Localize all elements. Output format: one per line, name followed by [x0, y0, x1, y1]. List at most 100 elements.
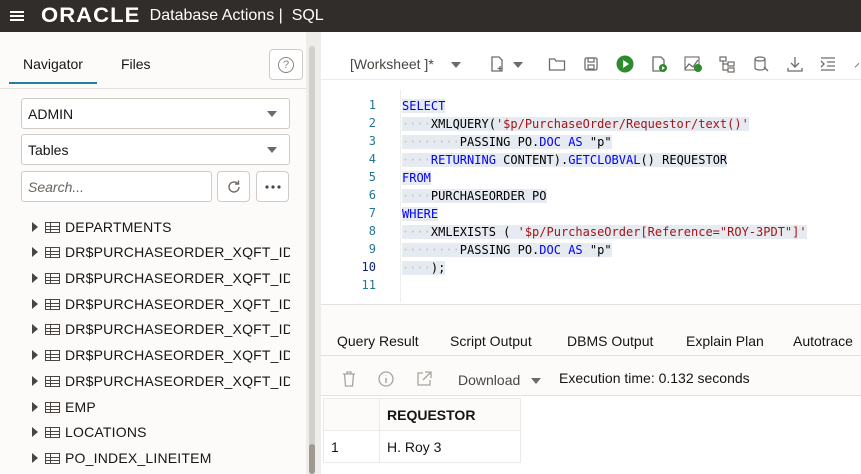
info-button[interactable]	[377, 370, 395, 388]
tree-item-emp[interactable]: EMP	[32, 396, 290, 418]
more-actions-button[interactable]	[256, 171, 289, 202]
clear-icon	[854, 63, 860, 68]
more-toolbar-button[interactable]	[849, 54, 861, 74]
code-line-6: ····PURCHASEORDER PO	[402, 189, 547, 203]
schema-select[interactable]: ADMIN	[21, 98, 290, 129]
chevron-down-icon[interactable]	[513, 62, 523, 68]
tree-item-label: LOCATIONS	[65, 424, 147, 440]
run-statement-button[interactable]	[615, 54, 635, 74]
tree-structure-icon	[719, 56, 735, 73]
save-button[interactable]	[581, 54, 601, 74]
tree-item-departments[interactable]: DEPARTMENTS	[32, 216, 290, 238]
table-icon	[45, 272, 60, 284]
help-button[interactable]: ?	[269, 49, 303, 80]
code-token: DOC	[539, 135, 561, 149]
tab-autotrace[interactable]: Autotrace	[793, 333, 853, 349]
object-type-select[interactable]: Tables	[21, 134, 290, 165]
expand-arrow-icon[interactable]	[32, 299, 38, 309]
run-script-button[interactable]	[649, 54, 669, 74]
open-button[interactable]	[547, 54, 567, 74]
table-icon	[45, 298, 60, 310]
line-number: 1	[368, 98, 376, 112]
tab-dbms-output[interactable]: DBMS Output	[567, 333, 653, 349]
tab-files[interactable]: Files	[121, 56, 151, 72]
new-worksheet-button[interactable]	[487, 54, 507, 74]
line-number: 11	[361, 278, 376, 292]
code-token: '$p/PurchaseOrder/Requestor/text()'	[495, 117, 749, 131]
line-number: 8	[368, 224, 376, 238]
expand-arrow-icon[interactable]	[32, 402, 38, 412]
table-icon	[45, 323, 60, 335]
expand-arrow-icon[interactable]	[32, 376, 38, 386]
expand-arrow-icon[interactable]	[32, 222, 38, 232]
tree-item-dr-purchaseorder-3[interactable]: DR$PURCHASEORDER_XQFT_IDX$	[32, 293, 290, 315]
code-token: CONTENT).	[503, 153, 569, 167]
play-icon	[616, 55, 634, 73]
code-token: "p"	[589, 243, 612, 257]
info-icon	[378, 371, 394, 387]
line-number: 4	[368, 152, 376, 166]
expand-arrow-icon[interactable]	[32, 350, 38, 360]
code-token: () REQUESTOR	[640, 153, 728, 167]
tree-item-label: DR$PURCHASEORDER_XQFT_IDX$	[65, 373, 290, 389]
tree-item-dr-purchaseorder-5[interactable]: DR$PURCHASEORDER_XQFT_IDX$	[32, 344, 290, 366]
code-token: );	[430, 261, 446, 275]
panel-splitter[interactable]	[306, 32, 321, 474]
worksheet-select[interactable]: [Worksheet ]*	[350, 56, 434, 72]
tree-item-label: DR$PURCHASEORDER_XQFT_IDX$	[65, 244, 290, 260]
row-number-header	[323, 398, 380, 431]
table-icon	[45, 375, 60, 387]
tree-item-label: EMP	[65, 399, 96, 415]
scrollbar-track[interactable]	[309, 46, 315, 474]
download-button[interactable]	[785, 54, 805, 74]
code-token: FROM	[402, 171, 431, 185]
tree-item-label: DEPARTMENTS	[65, 219, 172, 235]
column-header-requestor[interactable]: REQUESTOR	[379, 398, 521, 431]
trash-icon	[343, 371, 355, 387]
delete-button[interactable]	[340, 370, 358, 388]
code-token: GETCLOBVAL	[568, 153, 641, 167]
code-token: AS	[568, 135, 583, 149]
open-external-button[interactable]	[415, 370, 433, 388]
tab-query-result[interactable]: Query Result	[323, 333, 433, 365]
code-token: PASSING PO.	[459, 243, 540, 257]
table-cell[interactable]: H. Roy 3	[379, 430, 521, 463]
expand-arrow-icon[interactable]	[32, 247, 38, 257]
tree-item-dr-purchaseorder-1[interactable]: DR$PURCHASEORDER_XQFT_IDX$	[32, 241, 290, 263]
format-button[interactable]	[818, 54, 838, 74]
code-line-5: FROM	[402, 169, 431, 187]
expand-arrow-icon[interactable]	[32, 273, 38, 283]
refresh-button[interactable]	[217, 171, 250, 202]
download-dropdown[interactable]: Download	[458, 372, 520, 388]
tab-navigator[interactable]: Navigator	[9, 56, 97, 84]
results-toolbar: Download Execution time: 0.132 seconds	[321, 356, 861, 396]
tab-script-output[interactable]: Script Output	[450, 333, 532, 349]
tree-item-po-index-lineitem[interactable]: PO_INDEX_LINEITEM	[32, 447, 290, 469]
refresh-icon	[227, 180, 240, 193]
explain-plan-icon	[684, 56, 702, 72]
tree-item-label: PO_INDEX_LINEITEM	[65, 450, 212, 466]
run-script-icon	[652, 56, 667, 72]
search-input[interactable]	[21, 171, 212, 202]
tab-explain-plan[interactable]: Explain Plan	[686, 333, 764, 349]
expand-arrow-icon[interactable]	[32, 324, 38, 334]
line-number: 7	[368, 206, 376, 220]
worksheet-panel: [Worksheet ]* 1 2 3 4 5 6 7 8 9 10 11 SE…	[321, 32, 861, 474]
app-title: Database Actions | SQL	[149, 7, 324, 24]
code-line-9: ········PASSING PO.DOC AS "p"	[402, 243, 612, 257]
hamburger-menu-icon[interactable]	[10, 11, 24, 21]
tree-item-dr-purchaseorder-2[interactable]: DR$PURCHASEORDER_XQFT_IDX$	[32, 267, 290, 289]
code-editor[interactable]: 1 2 3 4 5 6 7 8 9 10 11 SELECT ····XMLQU…	[321, 90, 861, 302]
save-icon	[584, 57, 598, 71]
tree-item-dr-purchaseorder-4[interactable]: DR$PURCHASEORDER_XQFT_IDX$	[32, 318, 290, 340]
chevron-down-icon[interactable]	[451, 62, 461, 68]
chevron-down-icon[interactable]	[531, 378, 541, 384]
autotrace-button[interactable]	[717, 54, 737, 74]
expand-arrow-icon[interactable]	[32, 453, 38, 463]
scrollbar-thumb[interactable]	[309, 444, 315, 474]
expand-arrow-icon[interactable]	[32, 427, 38, 437]
tree-item-dr-purchaseorder-6[interactable]: DR$PURCHASEORDER_XQFT_IDX$	[32, 370, 290, 392]
tree-item-locations[interactable]: LOCATIONS	[32, 421, 290, 443]
database-button[interactable]	[751, 54, 771, 74]
explain-plan-button[interactable]	[683, 54, 703, 74]
